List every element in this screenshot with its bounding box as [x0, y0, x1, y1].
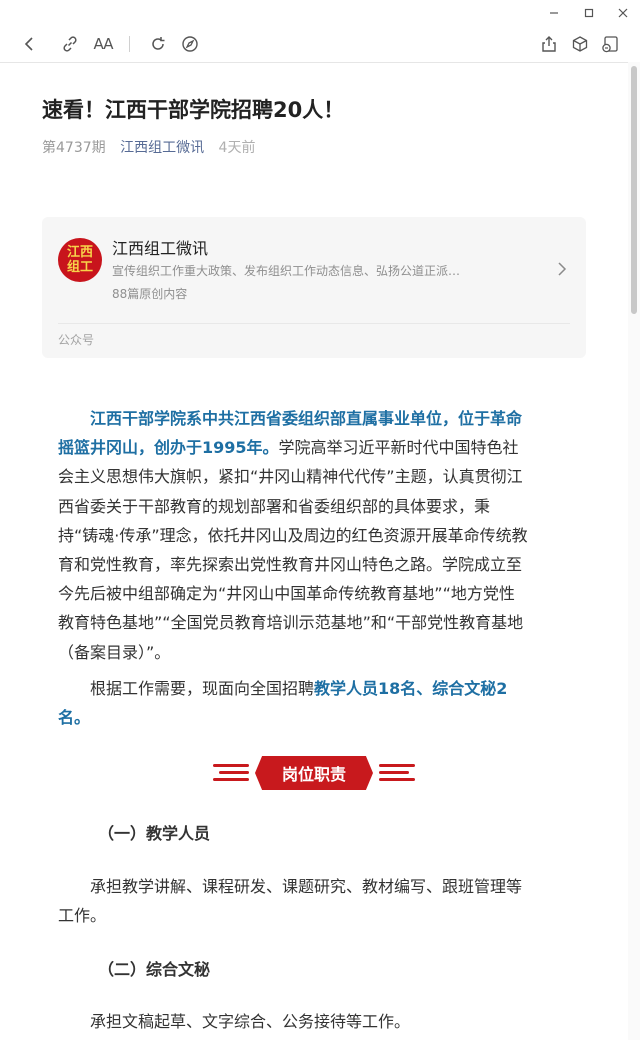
- avatar-text-line2: 组工: [66, 260, 93, 275]
- teaching-duties-line-1: 承担教学讲解、课程研发、课题研究、教材编写、跟班管理等: [90, 877, 523, 896]
- section-heading-teaching: （一）教学人员: [98, 824, 211, 843]
- article-title: 速看！江西干部学院招聘20人！: [42, 98, 345, 122]
- maximize-icon[interactable]: [579, 3, 599, 23]
- recruitment-line-2: 名。: [58, 708, 91, 728]
- account-avatar: 江西 组工: [58, 238, 102, 282]
- intro-line-3: 会主义思想伟大旗帜，紧扣“井冈山精神代代传”主题，认真贯彻江: [58, 467, 523, 487]
- banner-line: [213, 778, 249, 781]
- compass-icon[interactable]: [178, 32, 202, 56]
- intro-line-2: 摇篮井冈山，创办于1995年。学院高举习近平新时代中国特色社: [58, 438, 519, 458]
- intro-line-9: （备案目录）”。: [58, 642, 171, 662]
- intro-line-1: 江西干部学院系中共江西省委组织部直属事业单位，位于革命: [90, 409, 523, 428]
- account-card[interactable]: 江西 组工 江西组工微讯 宣传组织工作重大政策、发布组织工作动态信息、弘扬公道正…: [42, 217, 586, 358]
- account-description: 宣传组织工作重大政策、发布组织工作动态信息、弘扬公道正派…: [112, 264, 461, 278]
- publish-time: 4天前: [218, 140, 256, 156]
- refresh-icon[interactable]: [146, 32, 170, 56]
- recruitment-line-1: 根据工作需要，现面向全国招聘教学人员18名、综合文秘2: [90, 679, 508, 698]
- intro-line-7: 今先后被中组部确定为“井冈山中国革命传统教育基地”“地方党性: [58, 584, 515, 604]
- article-meta: 第4737期 江西组工微讯 4天前: [42, 137, 255, 157]
- link-icon[interactable]: [58, 32, 82, 56]
- cube-icon[interactable]: [568, 32, 592, 56]
- banner-line: [379, 778, 415, 781]
- banner-label: 岗位职责: [255, 756, 373, 790]
- recruitment-paragraph: 根据工作需要，现面向全国招聘教学人员18名、综合文秘2 名。: [58, 674, 586, 732]
- avatar-text-line1: 江西: [66, 245, 93, 260]
- teaching-duties-line-2: 工作。: [58, 906, 107, 926]
- account-type-label: 公众号: [58, 333, 95, 347]
- issue-number: 第4737期: [42, 140, 106, 156]
- window-titlebar: [0, 0, 640, 26]
- intro-line-5: 持“铸魂·传承”理念，依托井冈山及周边的红色资源开展革命传统教: [58, 525, 528, 545]
- share-icon[interactable]: [537, 32, 561, 56]
- banner-line: [219, 771, 249, 774]
- account-name: 江西组工微讯: [112, 239, 209, 258]
- section-heading-secretary: （二）综合文秘: [98, 960, 211, 979]
- banner-line: [379, 771, 409, 774]
- chevron-right-icon: [555, 259, 569, 279]
- intro-paragraph: 江西干部学院系中共江西省委组织部直属事业单位，位于革命 摇篮井冈山，创办于199…: [58, 404, 586, 667]
- scrollbar[interactable]: [628, 62, 640, 1040]
- toolbar: AA: [0, 26, 640, 63]
- close-icon[interactable]: [613, 3, 633, 23]
- font-size-icon[interactable]: AA: [90, 32, 116, 56]
- minimize-icon[interactable]: [544, 3, 564, 23]
- font-size-label: AA: [93, 35, 114, 53]
- secretary-duties: 承担文稿起草、文字综合、公务接待等工作。: [58, 1007, 586, 1036]
- secretary-duties-line-1: 承担文稿起草、文字综合、公务接待等工作。: [90, 1012, 411, 1031]
- intro-line-4: 西省委关于干部教育的规划部署和省委组织部的具体要求，秉: [58, 496, 491, 516]
- banner-line: [379, 764, 415, 767]
- source-link[interactable]: 江西组工微讯: [120, 140, 204, 156]
- account-article-count: 88篇原创内容: [112, 287, 188, 301]
- section-banner: 岗位职责: [213, 756, 415, 790]
- card-divider: [58, 323, 570, 324]
- pip-icon[interactable]: [598, 32, 622, 56]
- banner-line: [213, 764, 249, 767]
- intro-line-6: 育和党性教育，率先探索出党性教育井冈山特色之路。学院成立至: [58, 555, 523, 575]
- intro-line-8: 教育特色基地”“全国党员教育培训示范基地”和“干部党性教育基地: [58, 613, 524, 633]
- toolbar-separator: [129, 36, 130, 52]
- teaching-duties: 承担教学讲解、课程研发、课题研究、教材编写、跟班管理等 工作。: [58, 872, 586, 930]
- back-icon[interactable]: [17, 32, 41, 56]
- scrollbar-thumb[interactable]: [631, 66, 637, 314]
